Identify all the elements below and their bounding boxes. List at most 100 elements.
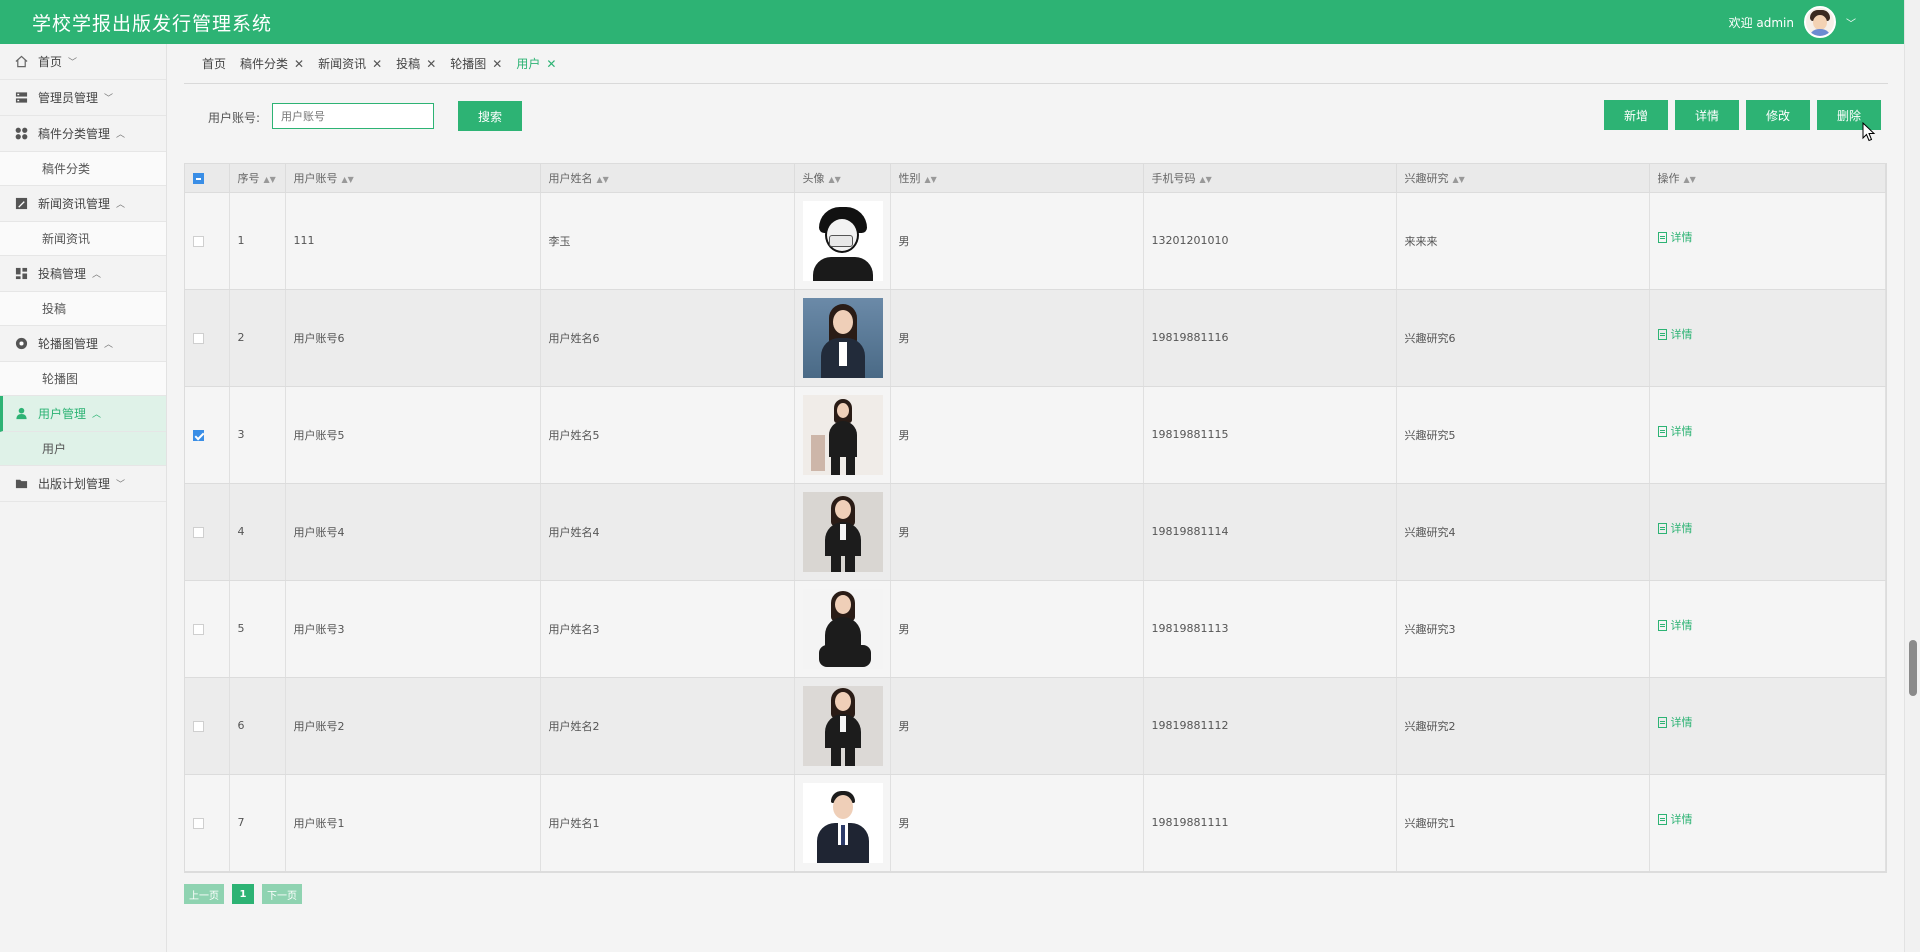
user-menu[interactable]: 欢迎 admin ﹀ bbox=[1729, 6, 1856, 38]
sidebar-item-admin-management[interactable]: 管理员管理 ﹀ bbox=[0, 80, 166, 116]
tab-user[interactable]: 用户 ✕ bbox=[516, 55, 556, 72]
row-index: 3 bbox=[229, 386, 286, 484]
column-header[interactable]: 头像 ▲▼ bbox=[794, 164, 891, 193]
row-detail-link[interactable]: 详情 bbox=[1657, 423, 1693, 439]
add-button[interactable]: 新增 bbox=[1604, 100, 1668, 130]
tab-submission[interactable]: 投稿 ✕ bbox=[396, 55, 436, 72]
sidebar-item-label: 用户管理 bbox=[38, 407, 87, 421]
row-index: 5 bbox=[229, 580, 286, 678]
table-row[interactable]: 6 用户账号2 用户姓名2 男 19819881112 兴趣研究2 详情 bbox=[185, 677, 1886, 775]
row-gender: 男 bbox=[890, 192, 1144, 290]
user-avatar[interactable] bbox=[1804, 6, 1836, 38]
chevron-down-icon: ﹀ bbox=[104, 94, 114, 104]
row-gender: 男 bbox=[890, 386, 1144, 484]
sidebar-item-label: 投稿管理 bbox=[38, 267, 87, 281]
sidebar-subitem-submission[interactable]: 投稿 bbox=[0, 292, 166, 326]
close-icon[interactable]: ✕ bbox=[372, 57, 382, 71]
table-row[interactable]: 2 用户账号6 用户姓名6 男 19819881116 兴趣研究6 详情 bbox=[185, 289, 1886, 387]
close-icon[interactable]: ✕ bbox=[492, 57, 502, 71]
tab-news[interactable]: 新闻资讯 ✕ bbox=[318, 55, 382, 72]
column-header[interactable]: 性别 ▲▼ bbox=[890, 164, 1144, 193]
folder-icon bbox=[14, 477, 28, 491]
row-name: 李玉 bbox=[540, 192, 795, 290]
tab-category[interactable]: 稿件分类 ✕ bbox=[240, 55, 304, 72]
row-checkbox[interactable] bbox=[193, 332, 204, 344]
column-header[interactable]: 序号 ▲▼ bbox=[229, 164, 286, 193]
document-icon bbox=[1657, 522, 1667, 534]
table-row[interactable]: 5 用户账号3 用户姓名3 男 19819881113 兴趣研究3 详情 bbox=[185, 580, 1886, 678]
avatar-image bbox=[802, 200, 883, 281]
row-checkbox[interactable] bbox=[193, 817, 204, 829]
row-name: 用户姓名5 bbox=[540, 386, 795, 484]
avatar-image bbox=[802, 588, 883, 669]
server-icon bbox=[14, 91, 28, 105]
chevron-up-icon: ︿ bbox=[104, 340, 114, 350]
table-row[interactable]: 4 用户账号4 用户姓名4 男 19819881114 兴趣研究4 详情 bbox=[185, 483, 1886, 581]
row-detail-link[interactable]: 详情 bbox=[1657, 229, 1693, 245]
sidebar-subitem-news[interactable]: 新闻资讯 bbox=[0, 222, 166, 256]
table-row[interactable]: 1 111 李玉 男 13201201010 来来来 详情 bbox=[185, 192, 1886, 290]
sidebar-subitem-carousel[interactable]: 轮播图 bbox=[0, 362, 166, 396]
document-icon bbox=[1657, 716, 1667, 728]
user-icon bbox=[14, 407, 28, 421]
sidebar-item-carousel-management[interactable]: 轮播图管理 ︿ bbox=[0, 326, 166, 362]
prev-page-button[interactable]: 上一页 bbox=[184, 884, 224, 904]
close-icon[interactable]: ✕ bbox=[426, 57, 436, 71]
row-index: 4 bbox=[229, 483, 286, 581]
row-account: 用户账号5 bbox=[285, 386, 541, 484]
search-button[interactable]: 搜索 bbox=[458, 101, 522, 131]
page-number-button[interactable]: 1 bbox=[232, 884, 254, 904]
chevron-down-icon[interactable]: ﹀ bbox=[1846, 15, 1856, 30]
column-header[interactable]: 手机号码 ▲▼ bbox=[1143, 164, 1397, 193]
edit-button[interactable]: 修改 bbox=[1746, 100, 1810, 130]
row-detail-link[interactable]: 详情 bbox=[1657, 714, 1693, 730]
sidebar-item-news-management[interactable]: 新闻资讯管理 ︿ bbox=[0, 186, 166, 222]
column-header[interactable]: 用户账号 ▲▼ bbox=[285, 164, 541, 193]
row-index: 7 bbox=[229, 774, 286, 872]
row-checkbox[interactable] bbox=[193, 235, 204, 247]
sort-icon: ▲▼ bbox=[1452, 174, 1465, 184]
sidebar-item-category-management[interactable]: 稿件分类管理 ︿ bbox=[0, 116, 166, 152]
column-header[interactable]: 操作 ▲▼ bbox=[1649, 164, 1886, 193]
row-detail-link[interactable]: 详情 bbox=[1657, 811, 1693, 827]
table-row[interactable]: 7 用户账号1 用户姓名1 男 19819881111 兴趣研究1 详情 bbox=[185, 774, 1886, 872]
row-detail-link[interactable]: 详情 bbox=[1657, 326, 1693, 342]
search-input[interactable] bbox=[272, 103, 434, 129]
document-icon bbox=[1657, 813, 1667, 825]
row-interest: 兴趣研究4 bbox=[1396, 483, 1650, 581]
sidebar-item-user-management[interactable]: 用户管理 ︿ bbox=[0, 396, 166, 432]
page-scrollbar[interactable] bbox=[1904, 0, 1920, 952]
column-header[interactable]: 兴趣研究 ▲▼ bbox=[1396, 164, 1650, 193]
table-row[interactable]: 3 用户账号5 用户姓名5 男 19819881115 兴趣研究5 详情 bbox=[185, 386, 1886, 484]
row-detail-link[interactable]: 详情 bbox=[1657, 617, 1693, 633]
row-checkbox[interactable] bbox=[193, 526, 204, 538]
row-checkbox[interactable] bbox=[193, 720, 204, 732]
tab-home[interactable]: 首页 bbox=[202, 55, 226, 72]
sort-icon: ▲▼ bbox=[1683, 174, 1696, 184]
close-icon[interactable]: ✕ bbox=[294, 57, 304, 71]
detail-button[interactable]: 详情 bbox=[1675, 100, 1739, 130]
select-all-checkbox[interactable] bbox=[193, 172, 204, 184]
row-phone: 19819881116 bbox=[1143, 289, 1397, 387]
sidebar-item-home[interactable]: 首页 ﹀ bbox=[0, 44, 166, 80]
sort-icon: ▲▼ bbox=[828, 174, 841, 184]
row-checkbox[interactable] bbox=[193, 429, 204, 441]
row-detail-link[interactable]: 详情 bbox=[1657, 520, 1693, 536]
column-header[interactable]: 用户姓名 ▲▼ bbox=[540, 164, 795, 193]
sidebar-subitem-category[interactable]: 稿件分类 bbox=[0, 152, 166, 186]
sidebar-item-publishing-plan[interactable]: 出版计划管理 ﹀ bbox=[0, 466, 166, 502]
welcome-text: 欢迎 admin bbox=[1728, 15, 1794, 30]
sidebar-subitem-user[interactable]: 用户 bbox=[0, 432, 166, 466]
sidebar-item-label: 轮播图管理 bbox=[38, 337, 99, 351]
close-icon[interactable]: ✕ bbox=[546, 57, 556, 71]
row-checkbox[interactable] bbox=[193, 623, 204, 635]
row-interest: 兴趣研究2 bbox=[1396, 677, 1650, 775]
scrollbar-thumb[interactable] bbox=[1909, 640, 1917, 696]
row-phone: 19819881113 bbox=[1143, 580, 1397, 678]
sidebar-item-label: 首页 bbox=[38, 55, 63, 69]
row-gender: 男 bbox=[890, 677, 1144, 775]
row-name: 用户姓名3 bbox=[540, 580, 795, 678]
next-page-button[interactable]: 下一页 bbox=[262, 884, 302, 904]
sidebar-item-submission-management[interactable]: 投稿管理 ︿ bbox=[0, 256, 166, 292]
tab-carousel[interactable]: 轮播图 ✕ bbox=[450, 55, 502, 72]
